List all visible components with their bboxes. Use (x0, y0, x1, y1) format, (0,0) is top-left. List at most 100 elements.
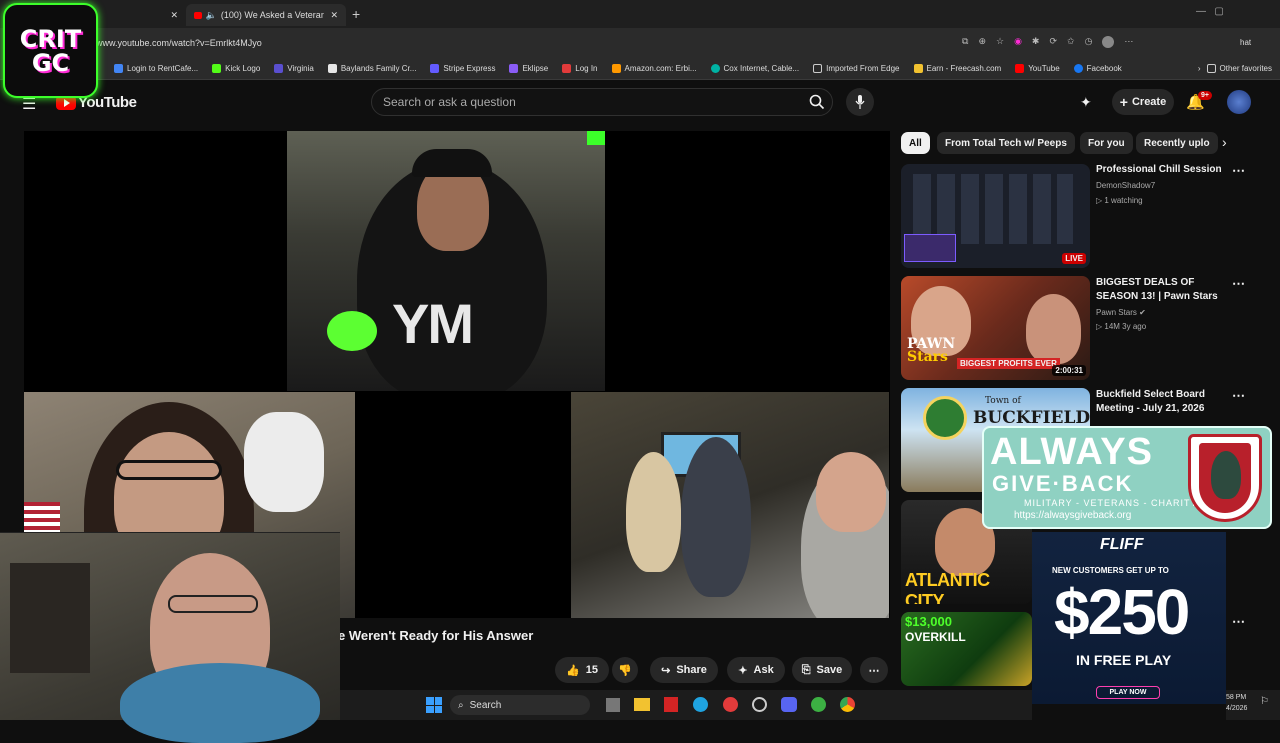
windows-taskbar: ⌕ Search (340, 690, 1032, 720)
bookmark-favicon-icon (274, 64, 284, 73)
microphone-icon (855, 95, 865, 109)
app-icon[interactable] (723, 697, 738, 712)
favorites-icon[interactable]: ✩ (1067, 36, 1075, 48)
flag-graphic (24, 502, 60, 532)
search-input[interactable]: Search or ask a question (371, 88, 833, 116)
more-menu-icon[interactable]: ⋯ (1124, 36, 1133, 48)
bookmark-item[interactable]: Facebook (1073, 64, 1122, 73)
thumbnail-banner-text: BIGGEST PROFITS EVER (957, 358, 1060, 369)
xbox-icon[interactable] (811, 697, 826, 712)
thumbs-up-icon: 👍 (566, 664, 580, 677)
share-arrow-icon: ↪ (661, 664, 671, 677)
zoom-icon[interactable]: ⊕ (978, 36, 986, 48)
chrome-icon[interactable] (840, 697, 855, 712)
bookmark-item[interactable]: Earn - Freecash.com (913, 64, 1001, 73)
recommended-title[interactable]: BIGGEST DEALS OF SEASON 13! | Pawn Stars (1096, 276, 1226, 304)
other-favorites[interactable]: › Other favorites (1198, 64, 1272, 73)
new-tab-icon[interactable]: + (352, 6, 360, 22)
recommended-channel[interactable]: DemonShadow7 (1096, 179, 1155, 192)
edge-icon[interactable] (693, 697, 708, 712)
bookmark-item[interactable]: Kick Logo (212, 64, 260, 73)
discord-icon[interactable] (781, 697, 797, 712)
app-icon[interactable] (752, 697, 767, 712)
save-button[interactable]: ⎘ Save (792, 657, 852, 683)
bookmark-item[interactable]: Virginia (274, 64, 314, 73)
favorite-star-icon[interactable]: ☆ (996, 36, 1004, 48)
bookmark-item[interactable]: Eklipse (509, 64, 548, 73)
more-actions-button[interactable]: ⋯ (860, 657, 888, 683)
recommended-thumbnail[interactable]: LIVE (901, 164, 1090, 268)
camera-feed-right (571, 392, 889, 618)
chip-recently-uploaded[interactable]: Recently uplo (1136, 132, 1218, 154)
system-tray-clock[interactable]: 58 PM 4/2026 ⚐ (1226, 690, 1280, 720)
more-vert-icon[interactable]: ⋯ (1232, 163, 1245, 179)
url-field[interactable]: www.youtube.com/watch?v=Emrlkt4MJyo (96, 34, 946, 52)
notification-count-badge: 9+ (1198, 91, 1212, 100)
bookmark-icon: ⎘ (801, 663, 811, 676)
speaker-icon[interactable]: 🔈 (206, 10, 217, 21)
recommended-thumbnail[interactable]: $13,000 OVERKILL (901, 612, 1032, 686)
play-now-button[interactable]: PLAY NOW (1096, 686, 1160, 699)
recommended-title[interactable]: Professional Chill Session (1096, 163, 1226, 177)
history-icon[interactable]: ◷ (1085, 36, 1093, 48)
live-badge: LIVE (1062, 253, 1086, 264)
youtube-favicon-icon (194, 11, 202, 19)
dislike-button[interactable]: 👎 (612, 657, 638, 683)
notification-center-icon[interactable]: ⚐ (1260, 696, 1269, 707)
bookmark-item[interactable]: Amazon.com: Erbi... (611, 64, 697, 73)
task-view-icon[interactable] (606, 698, 620, 712)
browser-tab-inactive[interactable]: ✕ (100, 4, 186, 26)
duration-badge: 2:00:31 (1052, 365, 1086, 376)
chevron-right-icon[interactable]: › (1222, 134, 1227, 150)
puzzle-icon[interactable]: ✱ (1032, 36, 1040, 48)
close-tab-icon[interactable]: ✕ (330, 10, 338, 21)
like-button[interactable]: 👍 15 (555, 657, 609, 683)
taskbar-search[interactable]: ⌕ Search (450, 695, 590, 715)
translate-icon[interactable]: ⧉ (962, 36, 968, 48)
profile-avatar-icon[interactable] (1102, 36, 1115, 48)
ask-button[interactable]: ✦ Ask (727, 657, 785, 683)
chevron-right-icon[interactable]: › (1198, 64, 1201, 73)
thumbnail-logo-text: PAWN Stars (907, 336, 956, 365)
file-explorer-icon[interactable] (634, 698, 650, 711)
sparkle-icon[interactable]: ✦ (1080, 94, 1092, 111)
more-vert-icon[interactable]: ⋯ (1232, 276, 1245, 292)
extension-icon[interactable]: ◉ (1014, 36, 1022, 48)
bookmark-item[interactable]: Stripe Express (430, 64, 495, 73)
app-icon[interactable] (664, 697, 678, 712)
create-button[interactable]: + Create (1112, 89, 1174, 115)
bookmarks-bar: Login to RentCafe... Kick Logo Virginia … (0, 58, 1280, 80)
chat-label[interactable]: hat (1240, 38, 1251, 47)
browser-tab-active[interactable]: 🔈 (100) We Asked a Veteran Wh ✕ (186, 4, 346, 26)
more-vert-icon[interactable]: ⋯ (1232, 614, 1245, 630)
bookmark-favicon-icon (430, 64, 440, 73)
crit-gc-logo: CRIT GC (3, 3, 98, 98)
bookmark-item[interactable]: Cox Internet, Cable... (710, 64, 799, 73)
chip-from-channel[interactable]: From Total Tech w/ Peeps (937, 132, 1075, 154)
more-vert-icon[interactable]: ⋯ (1232, 388, 1245, 404)
more-horizontal-icon: ⋯ (868, 664, 880, 677)
windows-start-icon[interactable] (426, 697, 442, 713)
recommended-thumbnail[interactable]: PAWN Stars BIGGEST PROFITS EVER 2:00:31 (901, 276, 1090, 380)
recommended-title[interactable]: Buckfield Select Board Meeting - July 21… (1096, 388, 1226, 416)
search-button[interactable] (800, 88, 834, 116)
bookmark-item[interactable]: YouTube (1015, 64, 1060, 73)
close-tab-icon[interactable]: ✕ (170, 10, 178, 21)
avatar[interactable] (1227, 90, 1251, 114)
bookmark-item[interactable]: Log In (562, 64, 598, 73)
chip-all[interactable]: All (901, 132, 930, 154)
bookmark-item[interactable]: Login to RentCafe... (114, 64, 198, 73)
voice-search-button[interactable] (846, 88, 874, 116)
bookmark-item[interactable]: Baylands Family Cr... (327, 64, 416, 73)
bookmark-folder[interactable]: Imported From Edge (813, 64, 900, 73)
cap-graphic (412, 149, 492, 177)
recommended-meta: ▷ 14M 3y ago (1096, 322, 1147, 331)
green-accent (587, 131, 605, 145)
chip-for-you[interactable]: For you (1080, 132, 1133, 154)
share-button[interactable]: ↪ Share (650, 657, 718, 683)
refresh-icon[interactable]: ⟳ (1049, 36, 1057, 48)
thumbnail-text: $13,000 (905, 614, 952, 629)
fliff-ad: FLIFF NEW CUSTOMERS GET UP TO $250 IN FR… (1032, 532, 1226, 704)
bookmark-favicon-icon (1073, 64, 1083, 73)
recommended-channel[interactable]: Pawn Stars ✔ (1096, 306, 1146, 319)
